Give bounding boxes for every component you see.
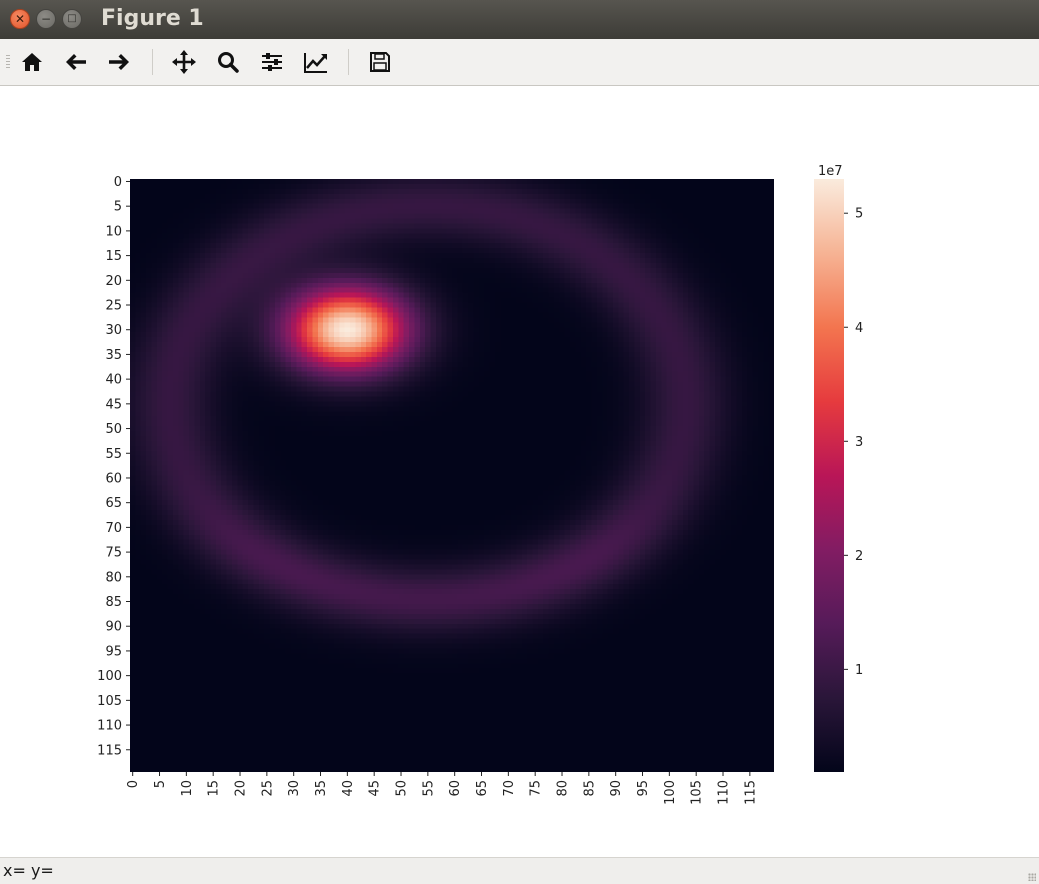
y-tick-label: 115 xyxy=(97,743,122,758)
window-title: Figure 1 xyxy=(101,6,204,31)
x-tick-label: 25 xyxy=(260,780,275,797)
y-tick-label: 80 xyxy=(105,570,122,585)
minimize-button[interactable]: − xyxy=(36,9,56,29)
edit-axis-button[interactable] xyxy=(300,46,332,78)
title-bar: ✕ − □ Figure 1 xyxy=(0,0,1039,40)
x-tick-label: 110 xyxy=(717,780,732,805)
x-tick-label: 20 xyxy=(234,780,249,797)
x-tick-label: 5 xyxy=(153,780,168,788)
pan-button[interactable] xyxy=(168,46,200,78)
y-tick-label: 60 xyxy=(105,471,122,486)
y-tick-label: 100 xyxy=(97,669,122,684)
zoom-button[interactable] xyxy=(212,46,244,78)
colorbar-tick-label: 2 xyxy=(855,549,863,564)
magnifier-icon xyxy=(218,52,239,73)
toolbar-grip[interactable] xyxy=(6,55,10,69)
y-axis: 0 5 10 15 20 25 30 35 40 45 50 55 60 65 70 75 80 85 90 95 10… xyxy=(97,175,130,758)
y-tick-label: 20 xyxy=(105,274,122,289)
y-tick-label: 15 xyxy=(105,249,122,264)
resize-grip[interactable] xyxy=(1028,873,1036,881)
y-tick-label: 90 xyxy=(105,620,122,635)
colorbar-tick-label: 4 xyxy=(855,321,863,336)
maximize-icon: □ xyxy=(67,13,77,24)
x-tick-label: 115 xyxy=(743,780,758,805)
x-tick-label: 95 xyxy=(636,780,651,797)
x-tick-label: 0 xyxy=(126,780,141,788)
y-tick-label: 0 xyxy=(114,175,122,190)
x-tick-label: 75 xyxy=(529,780,544,797)
x-axis: 0 5 10 15 20 25 30 35 40 45 50 55 60 65 70 75 80 85 90 95 10… xyxy=(126,772,758,805)
toolbar-separator xyxy=(152,49,153,75)
x-tick-label: 85 xyxy=(582,780,597,797)
x-tick-label: 35 xyxy=(314,780,329,797)
y-tick-label: 65 xyxy=(105,496,122,511)
coordinate-readout: x= y= xyxy=(3,861,54,880)
y-tick-label: 45 xyxy=(105,397,122,412)
colorbar-offset-label: 1e7 xyxy=(818,164,843,179)
y-tick-label: 75 xyxy=(105,546,122,561)
y-tick-label: 50 xyxy=(105,422,122,437)
x-tick-label: 45 xyxy=(368,780,383,797)
x-tick-label: 30 xyxy=(287,780,302,797)
y-tick-label: 110 xyxy=(97,719,122,734)
maximize-button[interactable]: □ xyxy=(62,9,82,29)
x-tick-label: 90 xyxy=(609,780,624,797)
colorbar xyxy=(814,179,844,772)
x-tick-label: 105 xyxy=(690,780,705,805)
move-icon xyxy=(172,50,196,74)
x-tick-label: 80 xyxy=(556,780,571,797)
x-tick-label: 40 xyxy=(341,780,356,797)
y-tick-label: 85 xyxy=(105,595,122,610)
colorbar-tick-label: 3 xyxy=(855,435,863,450)
y-tick-label: 35 xyxy=(105,348,122,363)
y-tick-label: 30 xyxy=(105,323,122,338)
sliders-icon xyxy=(262,53,282,71)
y-tick-label: 40 xyxy=(105,373,122,388)
status-bar: x= y= xyxy=(0,857,1039,884)
x-tick-label: 60 xyxy=(448,780,463,797)
close-icon: ✕ xyxy=(14,12,26,26)
heatmap-image[interactable] xyxy=(130,179,774,772)
heatmap-chart[interactable]: 0510152025303540455055606570758085909510… xyxy=(0,86,1039,857)
back-button[interactable] xyxy=(60,46,92,78)
x-tick-label: 15 xyxy=(207,780,222,797)
x-tick-label: 10 xyxy=(180,780,195,797)
x-tick-label: 65 xyxy=(475,780,490,797)
line-chart-icon xyxy=(304,53,327,73)
figure-canvas[interactable]: 0 5 10 15 20 25 30 35 40 45 50 55 60 65 70 75 80 85 90 95 10… xyxy=(0,86,1039,857)
x-tick-label: 55 xyxy=(421,780,436,797)
forward-button[interactable] xyxy=(103,46,135,78)
y-tick-label: 70 xyxy=(105,521,122,536)
configure-subplots-button[interactable] xyxy=(256,46,288,78)
y-tick-label: 55 xyxy=(105,447,122,462)
x-tick-label: 100 xyxy=(663,780,678,805)
save-button[interactable] xyxy=(364,46,396,78)
floppy-disk-icon xyxy=(370,52,390,72)
x-tick-label: 50 xyxy=(395,780,410,797)
home-button[interactable] xyxy=(16,46,48,78)
y-tick-label: 10 xyxy=(105,224,122,239)
colorbar-tick-label: 5 xyxy=(855,207,863,222)
arrow-left-icon xyxy=(66,54,86,70)
colorbar-tick-label: 1 xyxy=(855,663,863,678)
y-tick-label: 25 xyxy=(105,299,122,314)
close-button[interactable]: ✕ xyxy=(10,9,30,29)
toolbar-separator xyxy=(348,49,349,75)
minimize-icon: − xyxy=(40,12,52,26)
toolbar xyxy=(0,39,1039,86)
y-tick-label: 95 xyxy=(105,644,122,659)
colorbar-axis: 1 2 3 4 5 xyxy=(844,207,863,678)
arrow-right-icon xyxy=(109,54,129,70)
y-tick-label: 105 xyxy=(97,694,122,709)
home-icon xyxy=(22,53,42,71)
y-tick-label: 5 xyxy=(114,200,122,215)
x-tick-label: 70 xyxy=(502,780,517,797)
